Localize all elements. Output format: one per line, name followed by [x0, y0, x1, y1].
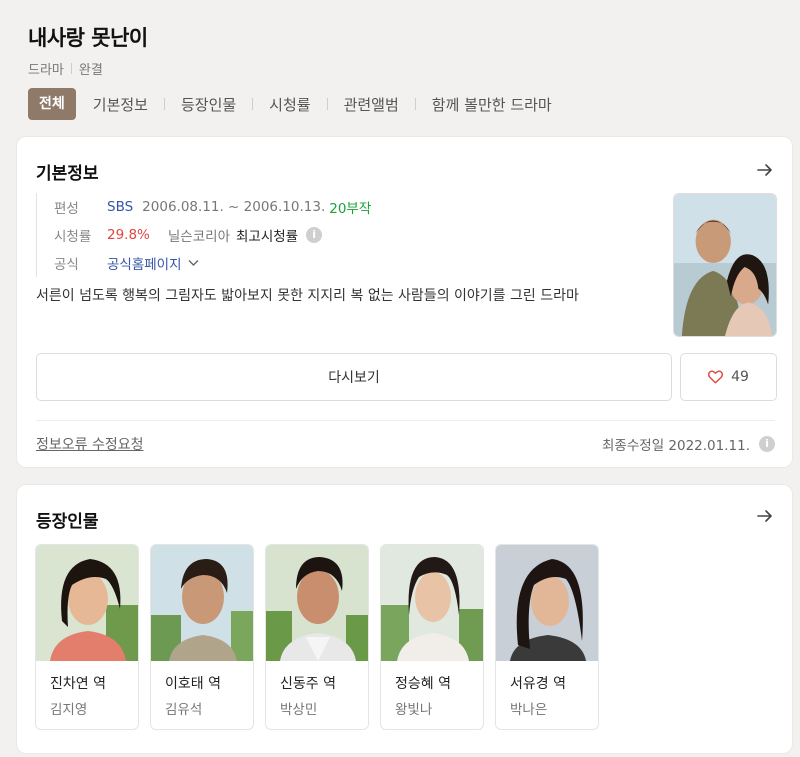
cast-role: 신동주 역 [280, 676, 336, 692]
cast-actor: 왕빛나 [395, 702, 433, 718]
cast-photo [36, 545, 138, 661]
cast-member-card[interactable]: 신동주 역 박상민 [265, 544, 369, 730]
info-rows: 편성 SBS 2006.08.11. ~ 2006.10.13. 20부작 시청… [36, 193, 371, 277]
cast-member-card[interactable]: 이호태 역 김유석 [150, 544, 254, 730]
cast-photo [496, 545, 598, 661]
tab-bar: 전체 기본정보 등장인물 시청률 관련앨범 함께 볼만한 드라마 [28, 88, 552, 120]
cast-member-card[interactable]: 서유경 역 박나은 [495, 544, 599, 730]
section-divider [36, 420, 775, 421]
drama-poster-image[interactable] [673, 193, 777, 337]
tab-all[interactable]: 전체 [28, 88, 76, 120]
info-icon[interactable]: i [759, 436, 775, 452]
tab-divider [326, 98, 328, 110]
network-link[interactable]: SBS [107, 199, 133, 215]
cast-actor: 김유석 [165, 702, 203, 718]
cast-photo [266, 545, 368, 661]
tab-divider [252, 98, 254, 110]
cast-photo [151, 545, 253, 661]
tab-cast[interactable]: 등장인물 [181, 94, 236, 115]
subtitle-divider [70, 63, 72, 74]
drama-description: 서른이 넘도록 행복의 그림자도 밟아보지 못한 지지리 복 없는 사람들의 이… [36, 288, 579, 304]
network-row: 편성 SBS 2006.08.11. ~ 2006.10.13. 20부작 [54, 193, 371, 221]
cast-member-card[interactable]: 진차연 역 김지영 [35, 544, 139, 730]
network-label: 편성 [54, 201, 79, 217]
heart-icon [708, 370, 724, 384]
episode-count: 20부작 [329, 201, 372, 217]
cast-role: 이호태 역 [165, 676, 221, 692]
tab-divider [414, 98, 416, 110]
status-label: 완결 [78, 63, 103, 78]
rewatch-button[interactable]: 다시보기 [36, 353, 672, 401]
rating-row: 시청률 29.8% 닐슨코리아 최고시청률 i [54, 221, 371, 249]
basic-info-title: 기본정보 [36, 164, 99, 184]
like-button[interactable]: 49 [680, 353, 777, 401]
cast-title: 등장인물 [36, 512, 99, 532]
official-homepage-link[interactable]: 공식홈페이지 [107, 253, 182, 273]
cast-photo [381, 545, 483, 661]
cast-card-section: 등장인물 진차연 역 김지영 이호태 역 김유석 신동주 역 박상민 정승혜 역… [16, 484, 793, 754]
chevron-down-icon[interactable] [188, 259, 199, 267]
cast-actor: 박상민 [280, 702, 318, 718]
cast-role: 정승혜 역 [395, 676, 451, 692]
last-updated: 최종수정일 2022.01.11. i [602, 434, 775, 454]
official-label: 공식 [54, 257, 79, 273]
official-row: 공식 공식홈페이지 [54, 249, 371, 277]
tab-albums[interactable]: 관련앨범 [344, 94, 399, 115]
rating-label: 시청률 [54, 229, 92, 245]
rating-source: 닐슨코리아 [167, 229, 230, 245]
tab-related-dramas[interactable]: 함께 볼만한 드라마 [432, 94, 552, 115]
cast-actor: 김지영 [50, 702, 88, 718]
basic-info-card: 기본정보 편성 SBS 2006.08.11. ~ 2006.10.13. 20… [16, 136, 793, 468]
subtitle: 드라마 완결 [28, 59, 103, 78]
tab-basic-info[interactable]: 기본정보 [93, 94, 148, 115]
cast-member-card[interactable]: 정승혜 역 왕빛나 [380, 544, 484, 730]
tab-ratings[interactable]: 시청률 [269, 94, 310, 115]
air-dates: 2006.08.11. ~ 2006.10.13. [142, 199, 326, 215]
cast-list: 진차연 역 김지영 이호태 역 김유석 신동주 역 박상민 정승혜 역 왕빛나 … [35, 544, 610, 730]
genre-label: 드라마 [28, 63, 64, 78]
rating-type: 최고시청률 [236, 229, 299, 245]
report-error-link[interactable]: 정보오류 수정요청 [36, 434, 144, 454]
cast-role: 진차연 역 [50, 676, 106, 692]
arrow-right-icon[interactable] [756, 507, 774, 525]
arrow-right-icon[interactable] [756, 161, 774, 179]
tab-divider [163, 98, 165, 110]
cast-role: 서유경 역 [510, 676, 566, 692]
page-header: 내사랑 못난이 드라마 완결 전체 기본정보 등장인물 시청률 관련앨범 함께 … [0, 0, 800, 125]
rating-value: 29.8% [107, 227, 150, 243]
like-count: 49 [731, 369, 749, 385]
info-icon[interactable]: i [306, 227, 323, 243]
cast-actor: 박나은 [510, 702, 548, 718]
page-title: 내사랑 못난이 [28, 26, 148, 50]
last-updated-text: 최종수정일 2022.01.11. [602, 438, 750, 454]
